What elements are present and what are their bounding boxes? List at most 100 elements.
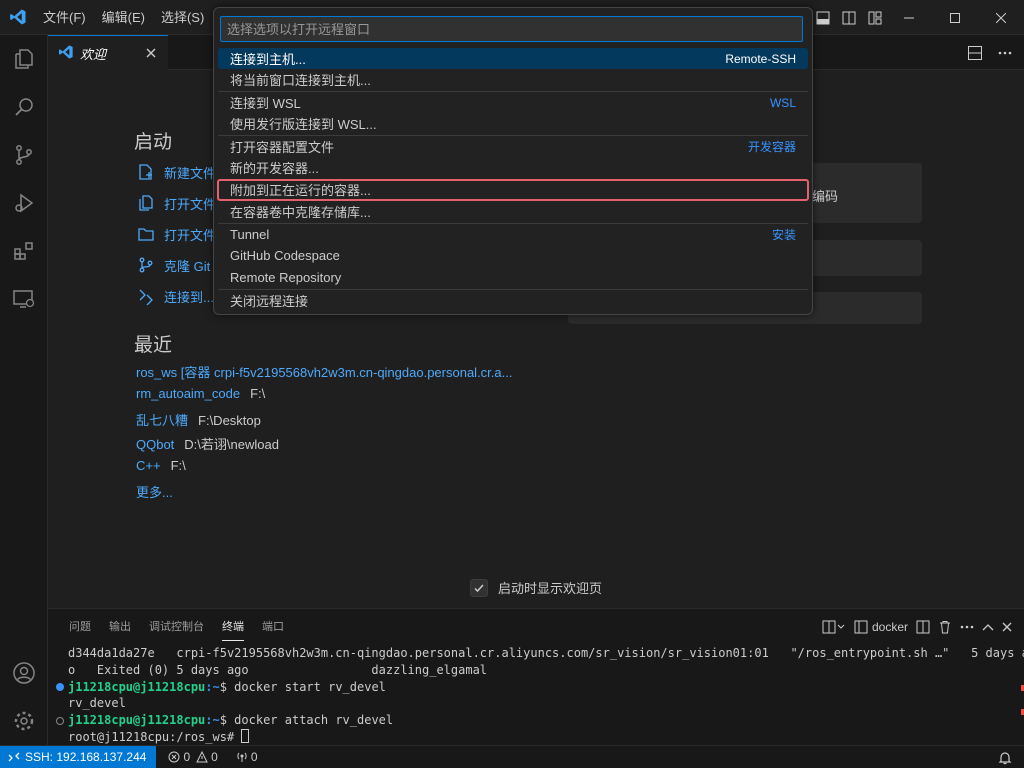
quick-pick-item[interactable]: Remote Repository <box>218 267 808 288</box>
terminal-output[interactable]: d344da1da27e crpi-f5v2195568vh2w3m.cn-qi… <box>48 645 1024 746</box>
maximize-panel-chevron-up-icon[interactable] <box>982 616 994 638</box>
recent-path: D:\若诩\newload <box>184 437 279 452</box>
toggle-secondary-sidebar-icon[interactable] <box>838 7 860 29</box>
split-terminal-icon[interactable] <box>916 616 930 638</box>
item-label: 在容器卷中克隆存储库... <box>230 205 371 220</box>
panel-actions: docker <box>822 609 1012 645</box>
run-debug-icon[interactable] <box>0 179 48 227</box>
git-icon <box>136 255 156 275</box>
recent-item[interactable]: QQbot D:\若诩\newload <box>136 434 279 453</box>
warning-count: 0 <box>211 750 218 764</box>
show-on-startup-toggle[interactable]: 启动时显示欢迎页 <box>470 578 602 597</box>
clone-git-label: 克隆 Git <box>164 258 211 274</box>
account-icon[interactable] <box>0 649 48 697</box>
quick-pick-item[interactable]: 关闭远程连接 <box>218 290 808 311</box>
settings-gear-icon[interactable] <box>0 697 48 745</box>
close-tab-icon[interactable] <box>142 44 160 62</box>
terminal-command-line: j11218cpu@j11218cpu:~$ docker start rv_d… <box>68 679 386 696</box>
item-label: 连接到 WSL <box>230 96 301 111</box>
more-actions-icon[interactable] <box>960 616 974 638</box>
quick-pick-item[interactable]: 新的开发容器... <box>218 157 808 178</box>
tab-debug-console[interactable]: 调试控制台 <box>140 609 213 645</box>
maximize-icon[interactable] <box>932 0 978 35</box>
open-file-link[interactable]: 打开文件 <box>136 193 216 213</box>
recent-item[interactable]: rm_autoaim_code F:\ <box>136 386 265 401</box>
search-icon[interactable] <box>0 83 48 131</box>
item-desc: 安装 <box>771 228 796 242</box>
ports-count: 0 <box>250 750 258 764</box>
window-controls <box>886 0 1024 35</box>
item-label: 连接到主机... <box>230 52 306 67</box>
quick-pick-item[interactable]: 使用发行版连接到 WSL... <box>218 113 808 134</box>
tab-problems[interactable]: 问题 <box>60 609 100 645</box>
source-control-icon[interactable] <box>0 131 48 179</box>
quick-pick-item[interactable]: GitHub Codespace <box>218 245 808 266</box>
tab-output[interactable]: 输出 <box>100 609 140 645</box>
customize-layout-icon[interactable] <box>864 7 886 29</box>
terminal-line: rv_devel <box>68 696 126 711</box>
open-folder-link[interactable]: 打开文件 <box>136 224 216 244</box>
quick-pick-item[interactable]: 打开容器配置文件 开发容器 <box>218 136 808 157</box>
problems-indicator[interactable]: 0 0 <box>162 746 223 768</box>
menu-file[interactable]: 文件(F) <box>35 0 94 35</box>
command-success-dot-icon[interactable] <box>56 683 64 691</box>
layout-controls <box>812 0 886 35</box>
terminal-prompt-line: root@j11218cpu:/ros_ws# <box>68 729 250 746</box>
terminal-line: o Exited (0) 5 days ago dazzling_elgamal <box>68 662 488 677</box>
recent-name: rm_autoaim_code <box>136 386 241 401</box>
quick-pick-item[interactable]: Tunnel 安装 <box>218 224 808 245</box>
recent-item[interactable]: 乱七八糟 F:\Desktop <box>136 410 261 429</box>
minimize-icon[interactable] <box>886 0 932 35</box>
checkbox-checked-icon[interactable] <box>470 578 488 597</box>
new-file-link[interactable]: 新建文件 <box>136 162 216 182</box>
recent-item[interactable]: ros_ws [容器 crpi-f5v2195568vh2w3m.cn-qing… <box>136 362 512 381</box>
quick-pick-item[interactable]: 连接到主机... Remote-SSH <box>218 48 808 69</box>
tab-ports[interactable]: 端口 <box>253 609 293 645</box>
connect-to-label: 连接到... <box>164 289 214 305</box>
remote-icon <box>136 286 156 306</box>
connect-to-link[interactable]: 连接到... <box>136 286 214 306</box>
recent-item[interactable]: C++ F:\ <box>136 458 186 473</box>
kill-terminal-trash-icon[interactable] <box>938 616 952 638</box>
quick-pick-item[interactable]: 连接到 WSL WSL <box>218 92 808 113</box>
new-file-icon <box>136 162 156 182</box>
new-terminal-split-icon[interactable] <box>822 616 846 638</box>
menu-edit[interactable]: 编辑(E) <box>94 0 153 35</box>
quick-pick-item[interactable]: 将当前窗口连接到主机... <box>218 69 808 90</box>
quick-pick-input[interactable] <box>220 16 803 42</box>
command-running-dot-icon[interactable] <box>56 716 64 725</box>
remote-indicator[interactable]: SSH: 192.168.137.244 <box>0 745 157 768</box>
activity-bar <box>0 35 48 745</box>
item-desc: WSL <box>769 95 796 110</box>
explorer-icon[interactable] <box>0 35 48 83</box>
terminal-instance[interactable]: docker <box>854 616 908 638</box>
close-window-icon[interactable] <box>978 0 1024 35</box>
more-actions-icon[interactable] <box>994 42 1016 64</box>
warning-icon <box>196 751 208 763</box>
tab-label: 欢迎 <box>80 46 107 62</box>
tab-terminal[interactable]: 终端 <box>213 609 253 645</box>
remote-explorer-icon[interactable] <box>0 275 48 323</box>
toggle-panel-icon[interactable] <box>812 7 834 29</box>
quick-pick-item[interactable]: 在容器卷中克隆存储库... <box>218 201 808 222</box>
prompt-path: :~ <box>205 679 220 694</box>
prompt-path: :~ <box>205 713 220 728</box>
tab-welcome[interactable]: 欢迎 <box>48 35 168 70</box>
item-label: 关闭远程连接 <box>230 294 309 309</box>
quick-pick-item[interactable]: 附加到正在运行的容器... <box>218 179 808 200</box>
open-folder-label: 打开文件 <box>164 227 217 243</box>
status-bar: SSH: 192.168.137.244 0 0 0 <box>0 745 1024 768</box>
notifications-bell-icon[interactable] <box>998 746 1012 768</box>
command-text: $ docker start rv_devel <box>219 679 386 694</box>
terminal-name: docker <box>871 620 908 634</box>
extensions-icon[interactable] <box>0 227 48 275</box>
close-panel-icon[interactable] <box>1002 616 1012 638</box>
remote-quick-pick: 连接到主机... Remote-SSH 将当前窗口连接到主机... 连接到 WSL… <box>213 7 813 315</box>
clone-git-link[interactable]: 克隆 Git <box>136 255 210 275</box>
more-recent-link[interactable]: 更多... <box>136 482 173 501</box>
menu-selection[interactable]: 选择(S) <box>153 0 212 35</box>
more-label: 更多... <box>136 485 173 500</box>
split-editor-icon[interactable] <box>964 42 986 64</box>
ports-indicator[interactable]: 0 <box>230 746 264 768</box>
terminal-scrollbar[interactable] <box>1014 645 1024 745</box>
